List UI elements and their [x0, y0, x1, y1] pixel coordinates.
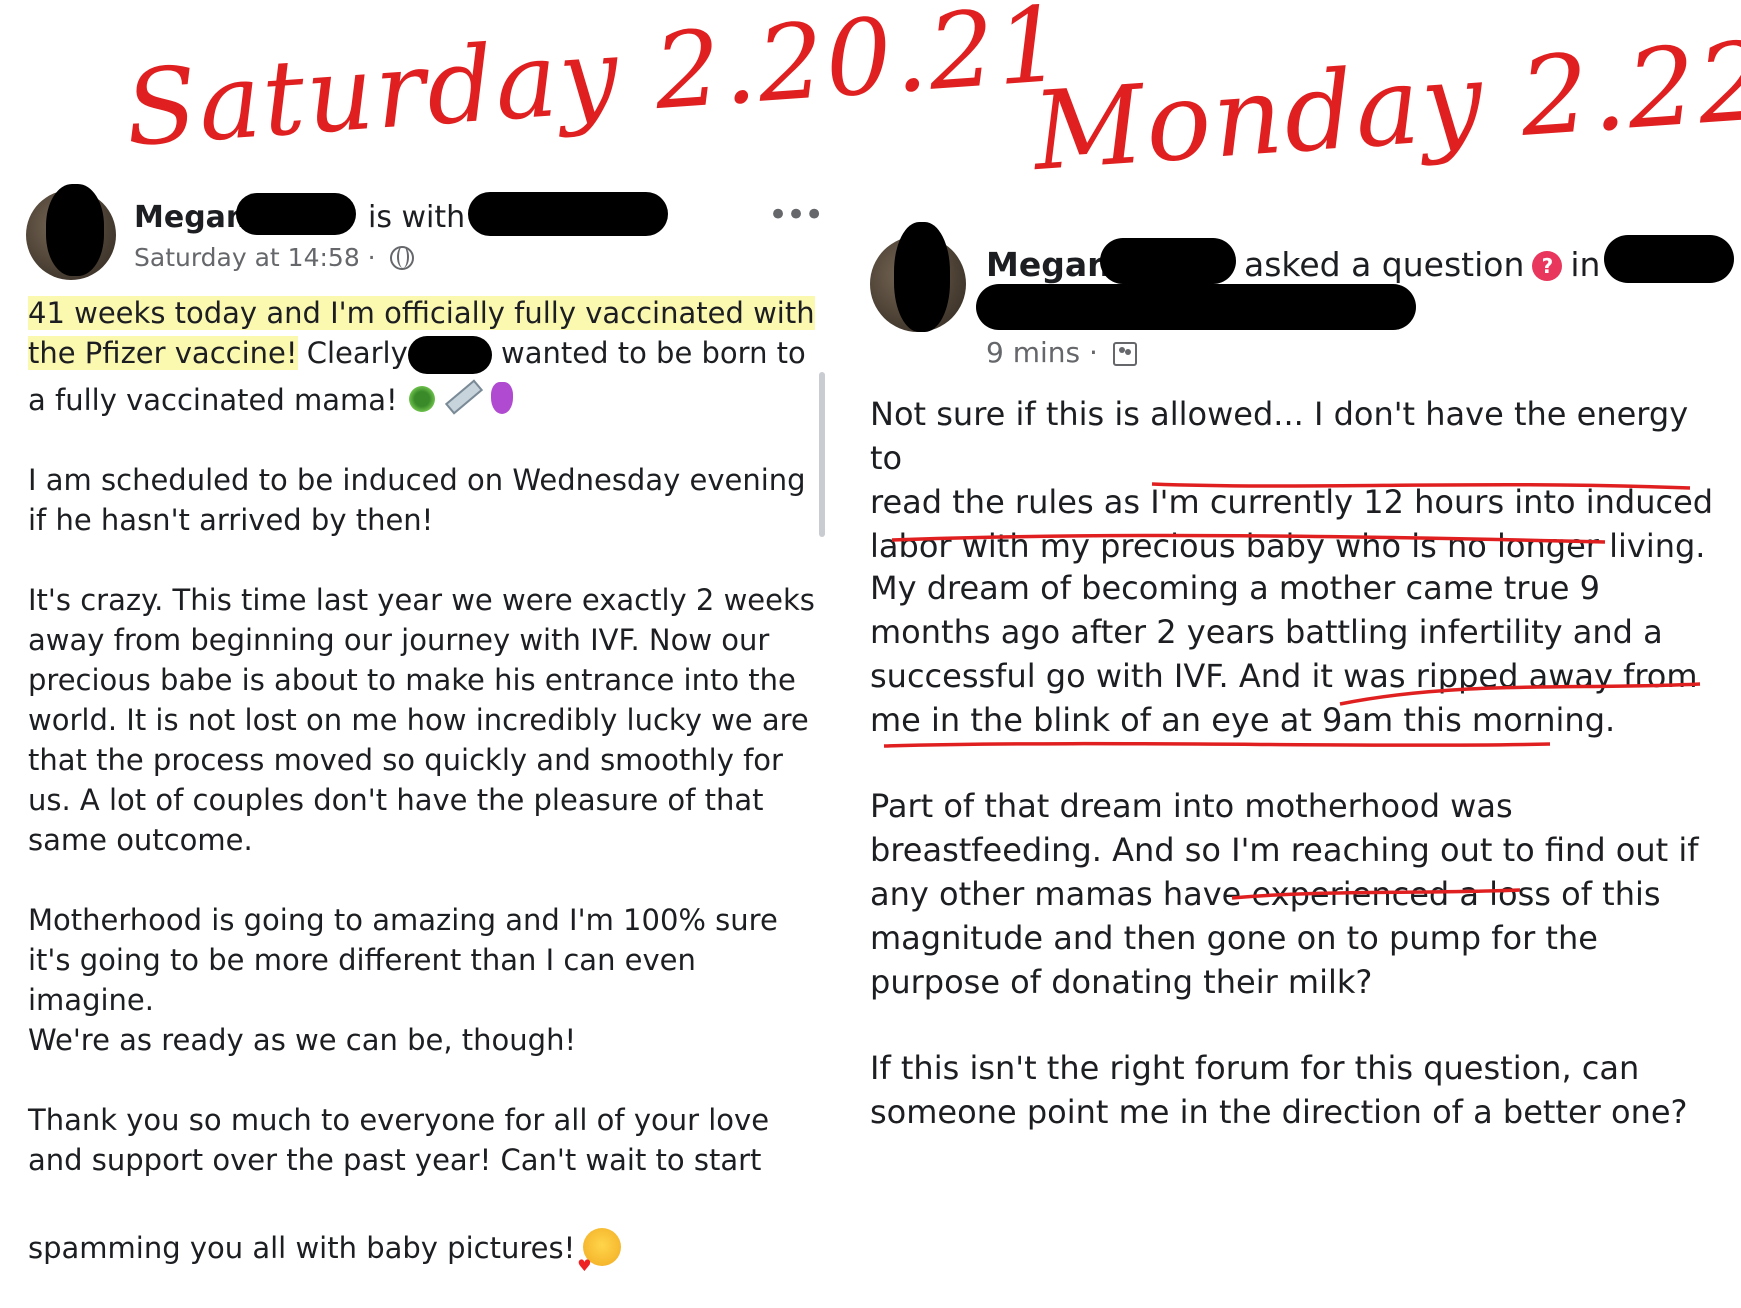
underline-5 — [1231, 888, 1521, 900]
timestamp-text: Saturday at 14:58 · — [134, 243, 376, 272]
body-text: a fully vaccinated mama! — [28, 383, 398, 417]
paragraph-1: 41 weeks today and I'm officially fully … — [28, 293, 815, 420]
tagged-redaction — [468, 192, 668, 236]
globe-icon — [389, 246, 414, 270]
name-redaction — [236, 193, 356, 235]
more-options-icon[interactable]: ••• — [768, 198, 824, 232]
underline-3 — [1339, 682, 1701, 706]
right-post-panel: Monday 2.22.21 Megan B asked a question?… — [860, 0, 1741, 1280]
highlighted-text: the Pfizer vaccine! — [28, 336, 298, 370]
body-text: Clearly — [297, 336, 408, 370]
paragraph-4: Motherhood is going to amazing and I'm 1… — [28, 903, 778, 1057]
with-text: is with — [368, 200, 466, 235]
avatar[interactable] — [26, 184, 116, 280]
virus-emoji — [406, 384, 437, 414]
paragraph-5: Thank you so much to everyone for all of… — [28, 1060, 769, 1308]
syringe-emoji — [444, 379, 483, 415]
avatar-redaction — [46, 184, 104, 276]
underline-4 — [883, 741, 1551, 748]
underline-1 — [1151, 482, 1691, 490]
body-text: wanted to be born to — [491, 336, 806, 370]
scrollbar[interactable] — [819, 372, 825, 537]
post-timestamp[interactable]: Saturday at 14:58 · — [134, 243, 414, 272]
left-post-panel: Saturday 2.20.21 Megan B is with ••• Sat… — [0, 0, 1069, 1286]
pregnant-woman-emoji — [490, 382, 513, 414]
highlighted-text: 41 weeks today and I'm officially fully … — [28, 296, 815, 330]
body-text: spamming you all with baby pictures! — [28, 1231, 576, 1265]
body-text: Thank you so much to everyone for all of… — [28, 1103, 770, 1177]
child-name-redaction — [407, 336, 492, 374]
red-underlines — [883, 482, 1701, 900]
smiling-face-with-hearts-emoji — [577, 1228, 622, 1286]
underline-2 — [891, 533, 1606, 544]
paragraph-2: I am scheduled to be induced on Wednesda… — [28, 463, 806, 537]
paragraph-3: It's crazy. This time last year we were … — [28, 583, 815, 857]
